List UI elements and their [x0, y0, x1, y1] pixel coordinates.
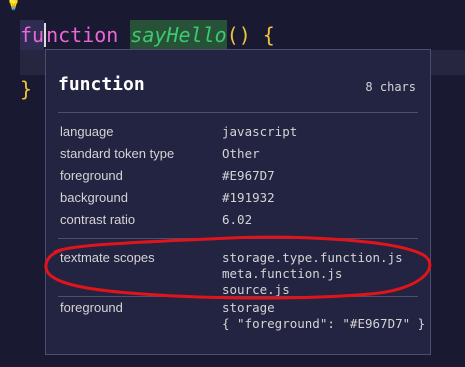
row-label-language: language — [60, 124, 114, 139]
row-label-foreground: foreground — [60, 168, 123, 183]
hover-title: function — [58, 74, 145, 95]
row-value-background: #191932 — [222, 190, 275, 205]
theme-rule-value: storage { "foreground": "#E967D7" } — [222, 300, 425, 332]
scope-item: storage.type.function.js — [222, 250, 403, 265]
row-label-contrast: contrast ratio — [60, 212, 136, 227]
code-line-1[interactable]: fu nction sayHello() { — [20, 20, 275, 50]
lightbulb-icon[interactable]: 💡 — [6, 0, 21, 11]
textmate-scopes-label: textmate scopes — [60, 250, 155, 265]
keyword-token-rest[interactable]: nction — [46, 20, 118, 50]
row-value-foreground: #E967D7 — [222, 168, 275, 183]
row-value-language: javascript — [222, 124, 298, 139]
row-label-token-type: standard token type — [60, 146, 175, 161]
theme-rule-json: { "foreground": "#E967D7" } — [222, 316, 426, 331]
divider — [58, 296, 418, 297]
scope-item: meta.function.js — [222, 266, 343, 281]
textmate-scopes-list: storage.type.function.js meta.function.j… — [222, 250, 403, 298]
theme-rule-label: foreground — [60, 300, 123, 315]
close-brace-token[interactable]: } — [20, 74, 32, 104]
char-count: 8 chars — [365, 80, 416, 94]
divider — [58, 112, 418, 113]
row-value-contrast: 6.02 — [222, 212, 253, 227]
theme-rule-selector: storage — [222, 300, 275, 315]
row-value-token-type: Other — [222, 146, 260, 161]
function-name-token[interactable]: sayHello — [130, 20, 227, 50]
token-inspector-hover: function 8 chars language javascript sta… — [45, 49, 431, 355]
divider — [58, 238, 418, 239]
row-label-background: background — [60, 190, 128, 205]
parens-token[interactable]: () — [227, 20, 251, 50]
open-brace-token[interactable]: { — [263, 20, 275, 50]
keyword-token-part[interactable]: fu — [20, 20, 45, 50]
